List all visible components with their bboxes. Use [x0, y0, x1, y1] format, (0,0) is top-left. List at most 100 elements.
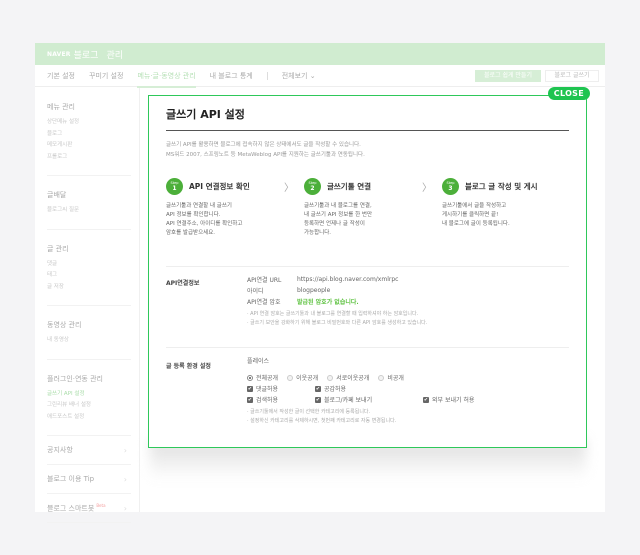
- radio-mutual-neighbors[interactable]: 서로이웃공개: [327, 373, 369, 382]
- tab-menu-post-video[interactable]: 메뉴·글·동영상 관리: [137, 65, 196, 88]
- checkbox-label: 댓글허용: [256, 386, 279, 393]
- step-title: 글쓰기툴 연결: [327, 181, 372, 191]
- sidebar-item-tags[interactable]: 태그: [47, 270, 131, 278]
- checkbox-row: ✔ 검색허용 ✔ 블로그/카페 보내기 ✔ 외부 보내기 허용: [247, 394, 474, 405]
- writing-api-modal: CLOSE 글쓰기 API 설정 글쓰기 API를 활용하면 블로그에 접속하지…: [148, 87, 590, 448]
- manage-title: 관리: [106, 50, 124, 61]
- step-badge: Step 3: [442, 177, 459, 195]
- api-info-label: API연결정보: [166, 280, 200, 287]
- category-select[interactable]: 플레이스: [247, 355, 474, 366]
- sidebar-item-writing-api[interactable]: 글쓰기 API 설정: [47, 389, 131, 397]
- easy-blog-button[interactable]: 블로그 쉽게 만들기: [475, 70, 541, 82]
- checkbox-allow-search[interactable]: ✔ 검색허용: [247, 395, 315, 404]
- sidebar: 메뉴 관리 상단메뉴 설정 블로그 메모게시판 프롤로그 글배달 블로그씨 질문…: [35, 88, 140, 523]
- radio-unselected-icon: [287, 374, 294, 381]
- sidebar-item-saved-posts[interactable]: 글 저장: [47, 282, 131, 290]
- step-body: 글쓰기툴에서 글을 작성하고 게시하기를 클릭하면 끝! 내 블로그에 글이 등…: [442, 202, 572, 229]
- radio-unselected-icon: [378, 374, 385, 381]
- settings-note: · 설정하신 카테고리를 삭제하시면, 첫번째 카테고리로 자동 변경됩니다.: [247, 418, 397, 424]
- chevron-right-icon: 〉: [284, 183, 294, 194]
- settings-note: · 글쓰기툴에서 작성한 글이 선택한 카테고리에 등록됩니다.: [247, 409, 371, 415]
- radio-private[interactable]: 비공개: [378, 373, 404, 382]
- sidebar-group-title: 글 관리: [47, 244, 69, 253]
- radio-label: 서로이웃공개: [336, 375, 370, 382]
- blog-logo[interactable]: 블로그: [74, 48, 99, 61]
- checkbox-label: 공감허용: [324, 386, 347, 393]
- sidebar-item-memo-board[interactable]: 메모게시판: [47, 140, 131, 148]
- modal-description: 글쓰기 API를 활용하면 블로그에 접속하지 않은 상태에서도 글을 작성할 …: [166, 140, 365, 160]
- sidebar-item-comments[interactable]: 댓글: [47, 259, 131, 267]
- step-body: 글쓰기툴과 연결할 내 글쓰기 API 정보를 확인합니다. API 연결주소,…: [166, 202, 296, 238]
- sidebar-item-my-videos[interactable]: 내 동영상: [47, 335, 131, 343]
- api-password-status: 발급된 암호가 없습니다.: [297, 299, 359, 306]
- step-number: 2: [310, 184, 315, 192]
- view-all-label: 전체보기: [281, 71, 308, 80]
- sidebar-link-tips[interactable]: 블로그 이용 Tip ›: [47, 465, 131, 494]
- checkbox-label: 외부 보내기 허용: [432, 397, 475, 404]
- step-line: 등록하면 언제나 글 작성이: [304, 221, 365, 227]
- tab-basic-settings[interactable]: 기본 설정: [47, 65, 75, 87]
- radio-selected-icon: [247, 374, 253, 381]
- tab-design-settings[interactable]: 꾸미기 설정: [89, 65, 123, 87]
- tab-blog-stats[interactable]: 내 블로그 통계: [210, 65, 253, 87]
- nav-divider: [266, 71, 268, 80]
- step-number: 3: [448, 184, 453, 192]
- checkbox-checked-icon: ✔: [315, 385, 321, 392]
- radio-label: 이웃공개: [296, 375, 319, 382]
- radio-neighbors[interactable]: 이웃공개: [287, 373, 318, 382]
- chevron-right-icon: ›: [123, 474, 127, 484]
- api-note: · API 연결 암호는 글쓰기툴과 내 블로그를 연결할 때 입력하셔야 하는…: [247, 311, 419, 317]
- sidebar-item-prologue[interactable]: 프롤로그: [47, 152, 131, 160]
- api-note: · 글쓰기 보안을 강화하기 위해 블로그 비밀번호와 다른 API 암호를 생…: [247, 320, 428, 326]
- step-body: 글쓰기툴과 내 블로그를 연결, 내 글쓰기 API 정보를 한 번만 등록하면…: [304, 202, 434, 238]
- api-id-row: 아이디 blogpeople: [247, 285, 427, 296]
- view-all-dropdown[interactable]: 전체보기 ⌄: [282, 71, 316, 81]
- radio-label: 전체공개: [256, 375, 279, 382]
- sidebar-item-green-review[interactable]: 그린리뷰 배너 설정: [47, 400, 131, 408]
- chevron-down-icon: ⌄: [309, 71, 316, 80]
- step-line: API 연결주소, 아이디를 확인하고: [166, 221, 243, 227]
- step-line: 게시하기를 클릭하면 끝!: [442, 212, 499, 218]
- radio-label: 비공개: [387, 375, 404, 382]
- title-divider: [166, 130, 569, 131]
- step-2: Step 2 글쓰기툴 연결 글쓰기툴과 내 블로그를 연결, 내 글쓰기 API…: [304, 176, 434, 238]
- sidebar-link-notices[interactable]: 공지사항 ›: [47, 436, 131, 465]
- api-password-row: API연결 암호 발급된 암호가 없습니다.: [247, 296, 427, 307]
- modal-title: 글쓰기 API 설정: [166, 108, 245, 121]
- sidebar-item-blogc-question[interactable]: 블로그씨 질문: [47, 205, 131, 213]
- api-info: API연결 URL https://api.blog.naver.com/xmlr…: [247, 274, 427, 328]
- api-url-value[interactable]: https://api.blog.naver.com/xmlrpc: [297, 276, 398, 283]
- sidebar-group-plugins: 플러그인·연동 관리 글쓰기 API 설정 그린리뷰 배너 설정 애드포스트 설…: [47, 360, 131, 436]
- sidebar-item-blog[interactable]: 블로그: [47, 129, 131, 137]
- section-divider: [166, 266, 569, 267]
- api-password-key: API연결 암호: [247, 299, 281, 306]
- write-post-button[interactable]: 블로그 글쓰기: [545, 70, 599, 82]
- sidebar-item-adpost[interactable]: 애드포스트 설정: [47, 412, 131, 420]
- close-button[interactable]: CLOSE: [547, 87, 590, 100]
- radio-public[interactable]: 전체공개: [247, 373, 278, 382]
- sidebar-item-top-menu[interactable]: 상단메뉴 설정: [47, 117, 131, 125]
- step-badge: Step 1: [166, 177, 183, 195]
- checkbox-blog-cafe-share[interactable]: ✔ 블로그/카페 보내기: [315, 395, 423, 404]
- step-line: 내 블로그에 글이 등록됩니다.: [442, 221, 510, 227]
- sidebar-group-menu: 메뉴 관리 상단메뉴 설정 블로그 메모게시판 프롤로그: [47, 88, 131, 176]
- sidebar-link-label: 블로그 스마트봇: [47, 504, 95, 513]
- section-divider: [166, 347, 569, 348]
- step-line: 글쓰기툴에서 글을 작성하고: [442, 203, 507, 209]
- checkbox-checked-icon: ✔: [315, 396, 321, 403]
- step-line: API 정보를 확인합니다.: [166, 212, 221, 218]
- post-settings: 플레이스 전체공개 이웃공개 서로이웃공개 비공개 ✔ 댓글허용 ✔ 공감허용 ✔ 검…: [247, 355, 474, 426]
- step-title: API 연결정보 확인: [189, 181, 250, 191]
- checkbox-allow-comments[interactable]: ✔ 댓글허용: [247, 384, 315, 393]
- checkbox-external-share[interactable]: ✔ 외부 보내기 허용: [423, 395, 474, 404]
- checkbox-label: 검색허용: [256, 397, 279, 404]
- main-nav: 기본 설정 꾸미기 설정 메뉴·글·동영상 관리 내 블로그 통계 전체보기 ⌄…: [35, 65, 605, 88]
- steps: Step 1 API 연결정보 확인 글쓰기툴과 연결할 내 글쓰기 API 정보…: [166, 176, 571, 256]
- sidebar-link-smartbot[interactable]: 블로그 스마트봇 Beta ›: [47, 494, 131, 523]
- chevron-right-icon: 〉: [422, 183, 432, 194]
- naver-logo[interactable]: NAVER: [47, 51, 71, 58]
- visibility-radio-group: 전체공개 이웃공개 서로이웃공개 비공개: [247, 372, 474, 383]
- api-url-key: API연결 URL: [247, 277, 282, 284]
- sidebar-group-title: 메뉴 관리: [47, 103, 75, 111]
- checkbox-allow-likes[interactable]: ✔ 공감허용: [315, 384, 346, 393]
